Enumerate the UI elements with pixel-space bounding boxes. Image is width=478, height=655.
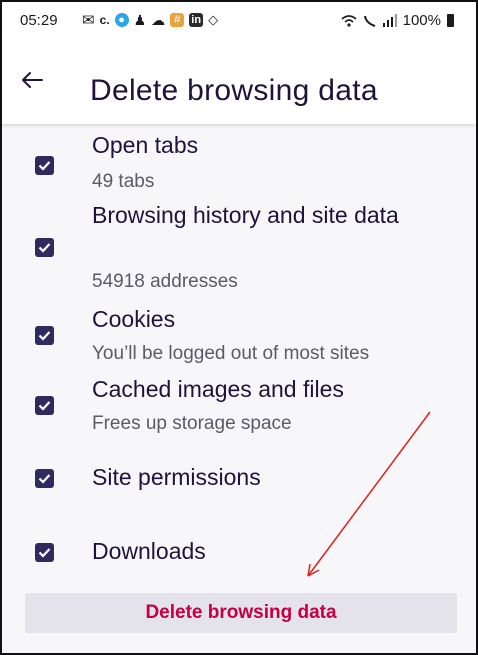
annotation-arrow (307, 411, 431, 577)
phone-screen: 05:29 ✉ c. ● ♟ ☁ # in ◇ 100% Delete brow… (0, 0, 478, 655)
